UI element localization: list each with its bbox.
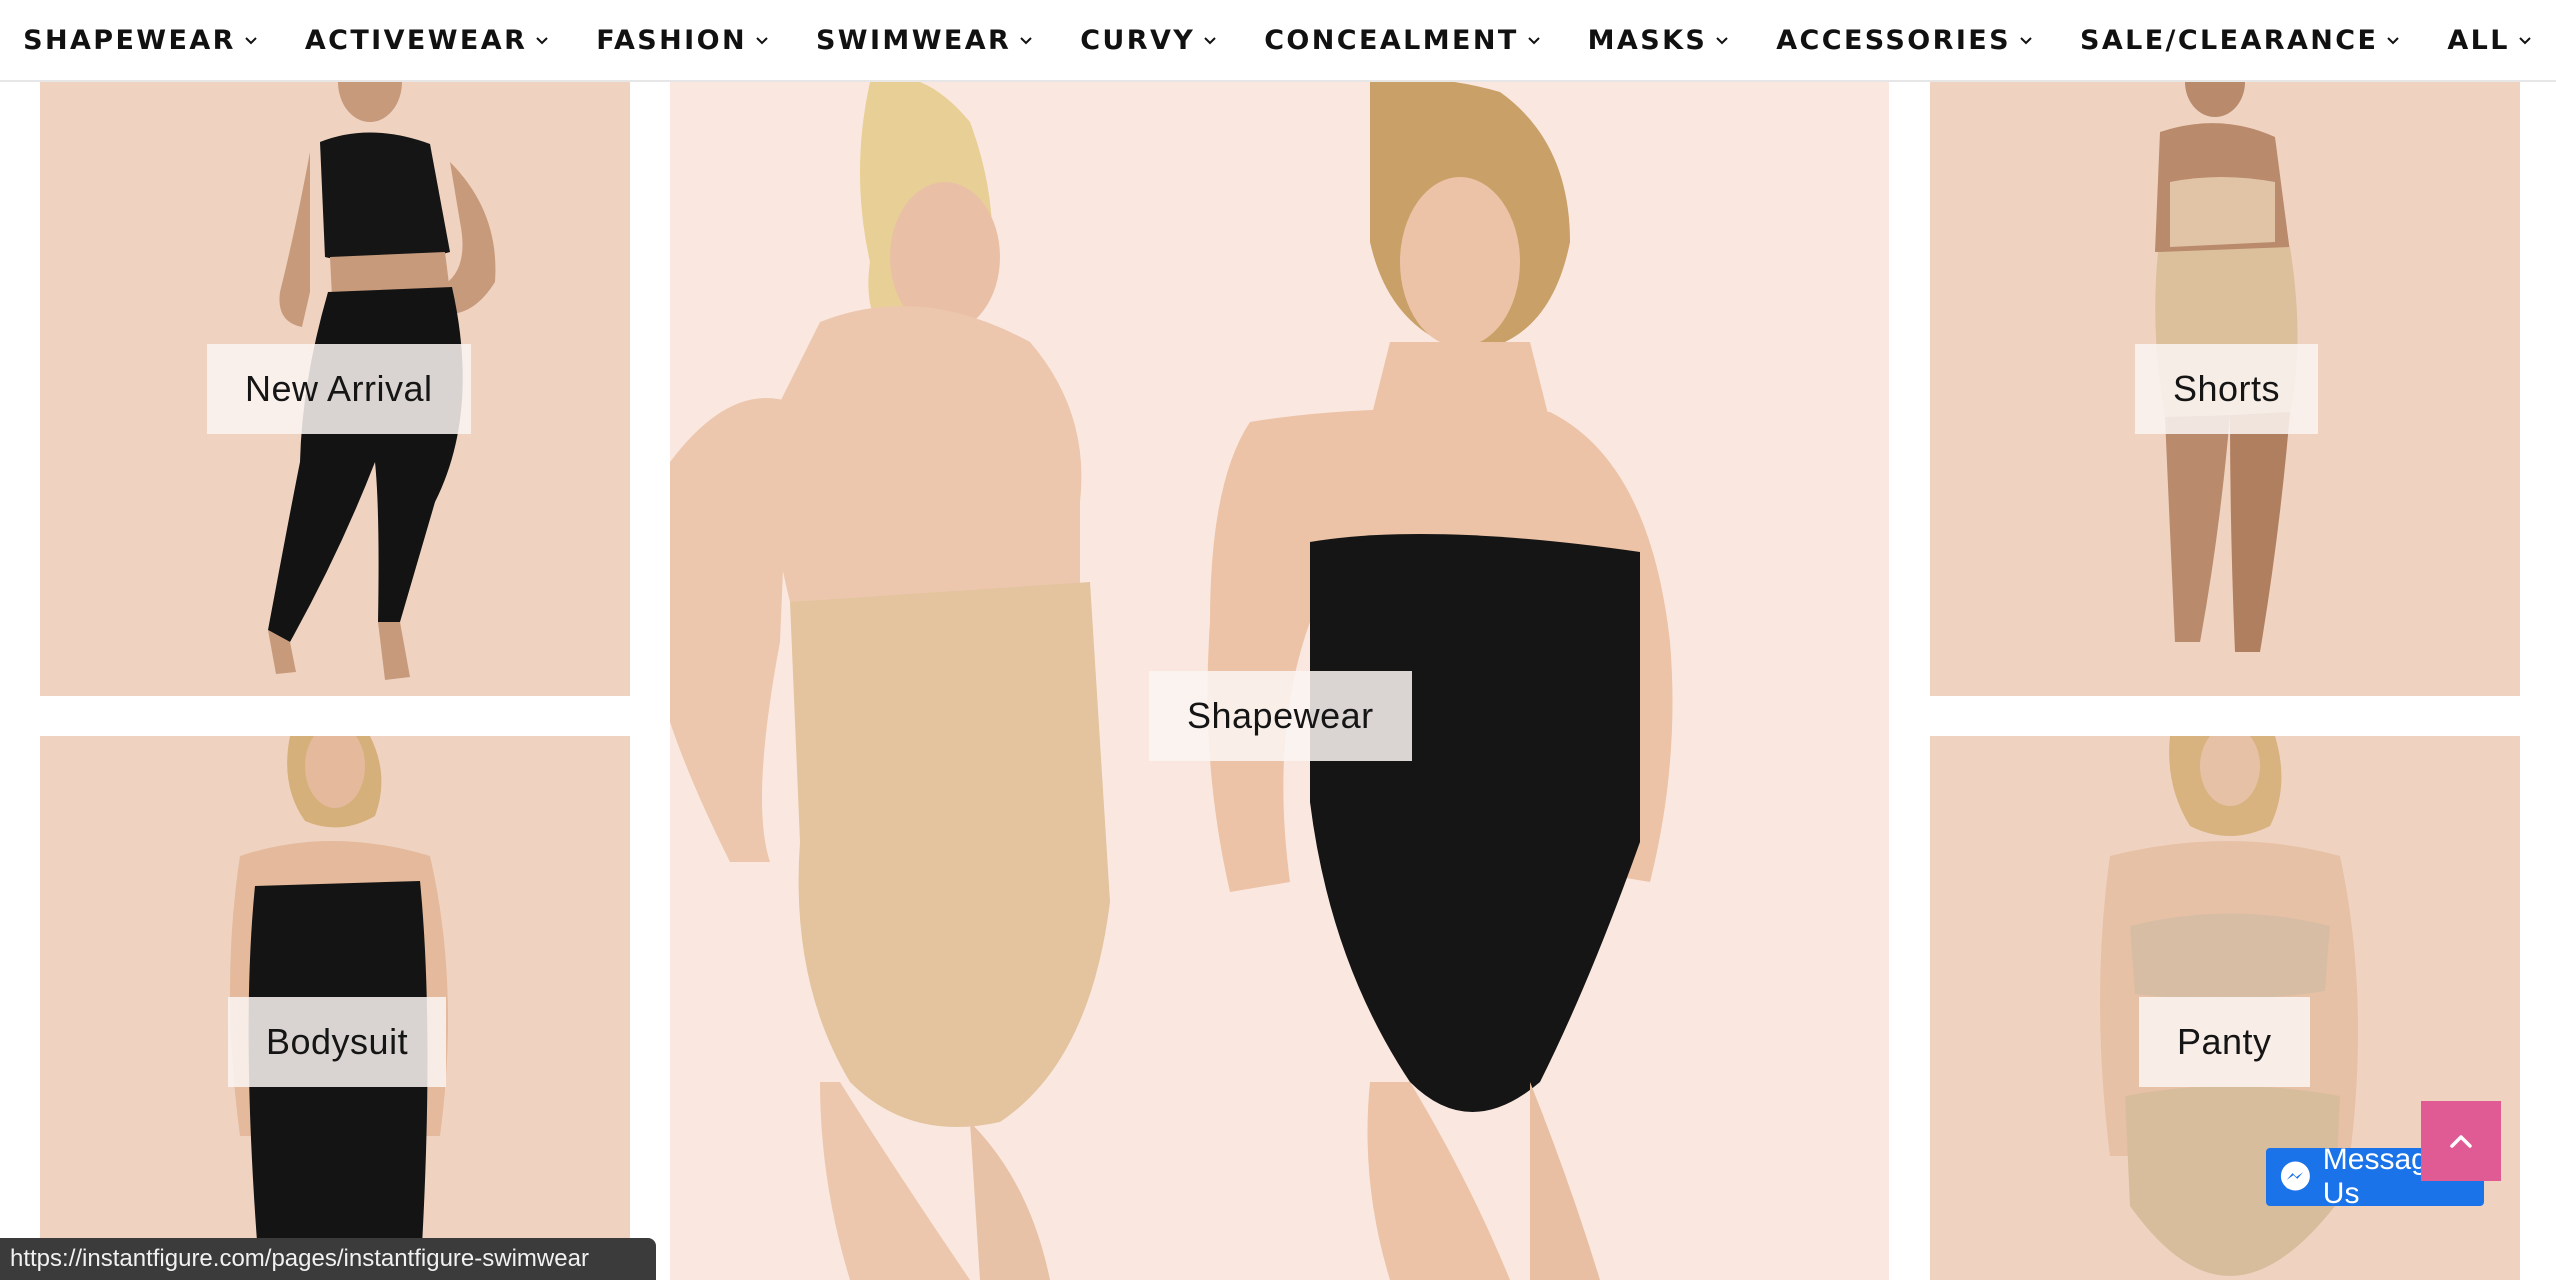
chevron-up-icon [2450,1135,2472,1148]
nav-item-label: FASHION [596,24,747,56]
tile-label: Bodysuit [228,997,447,1087]
nav-item-label: ACCESSORIES [1776,24,2011,56]
nav-item-accessories[interactable]: ACCESSORIES [1753,0,2057,81]
nav-item-label: SHAPEWEAR [23,24,236,56]
chevron-down-icon [1018,32,1034,48]
tile-label: Panty [2139,997,2310,1087]
tile-label: Shapewear [1149,671,1412,761]
nav-item-label: CURVY [1080,24,1196,56]
link-preview-status-bar: https://instantfigure.com/pages/instantf… [0,1238,656,1280]
nav-item-concealment[interactable]: CONCEALMENT [1241,0,1564,81]
tile-label: Shorts [2135,344,2319,434]
chevron-down-icon [754,32,770,48]
chevron-down-icon [2517,32,2533,48]
nav-item-masks[interactable]: MASKS [1565,0,1754,81]
chevron-down-icon [534,32,550,48]
category-tile-shapewear[interactable]: Shapewear [670,82,1889,1280]
nav-item-curvy[interactable]: CURVY [1057,0,1241,81]
nav-item-label: ALL [2447,24,2510,56]
nav-item-label: SALE/CLEARANCE [2079,24,2379,56]
status-url-text: https://instantfigure.com/pages/instantf… [10,1245,589,1272]
nav-item-swimwear[interactable]: SWIMWEAR [793,0,1057,81]
nav-item-shapewear[interactable]: SHAPEWEAR [0,0,282,81]
nav-item-label: CONCEALMENT [1264,24,1519,56]
back-to-top-button[interactable] [2421,1101,2501,1181]
category-tile-bodysuit[interactable]: Bodysuit [40,736,630,1280]
nav-item-all[interactable]: ALL [2424,0,2556,81]
messenger-icon [2280,1161,2310,1191]
nav-item-sale-clearance[interactable]: SALE/CLEARANCE [2057,0,2424,81]
nav-item-label: SWIMWEAR [815,24,1012,56]
chevron-down-icon [1526,32,1542,48]
category-tile-new-arrival[interactable]: New Arrival [40,82,630,696]
nav-item-label: ACTIVEWEAR [304,24,528,56]
nav-item-label: MASKS [1587,24,1708,56]
category-tile-shorts[interactable]: Shorts [1930,82,2520,696]
main-navigation: SHAPEWEAR ACTIVEWEAR FASHION SWIMWEAR CU… [0,0,2556,82]
chevron-down-icon [2385,32,2401,48]
tile-label: New Arrival [207,344,471,434]
nav-item-fashion[interactable]: FASHION [573,0,793,81]
chevron-down-icon [2018,32,2034,48]
chevron-down-icon [1714,32,1730,48]
chevron-down-icon [243,32,259,48]
chevron-down-icon [1202,32,1218,48]
nav-item-activewear[interactable]: ACTIVEWEAR [282,0,573,81]
